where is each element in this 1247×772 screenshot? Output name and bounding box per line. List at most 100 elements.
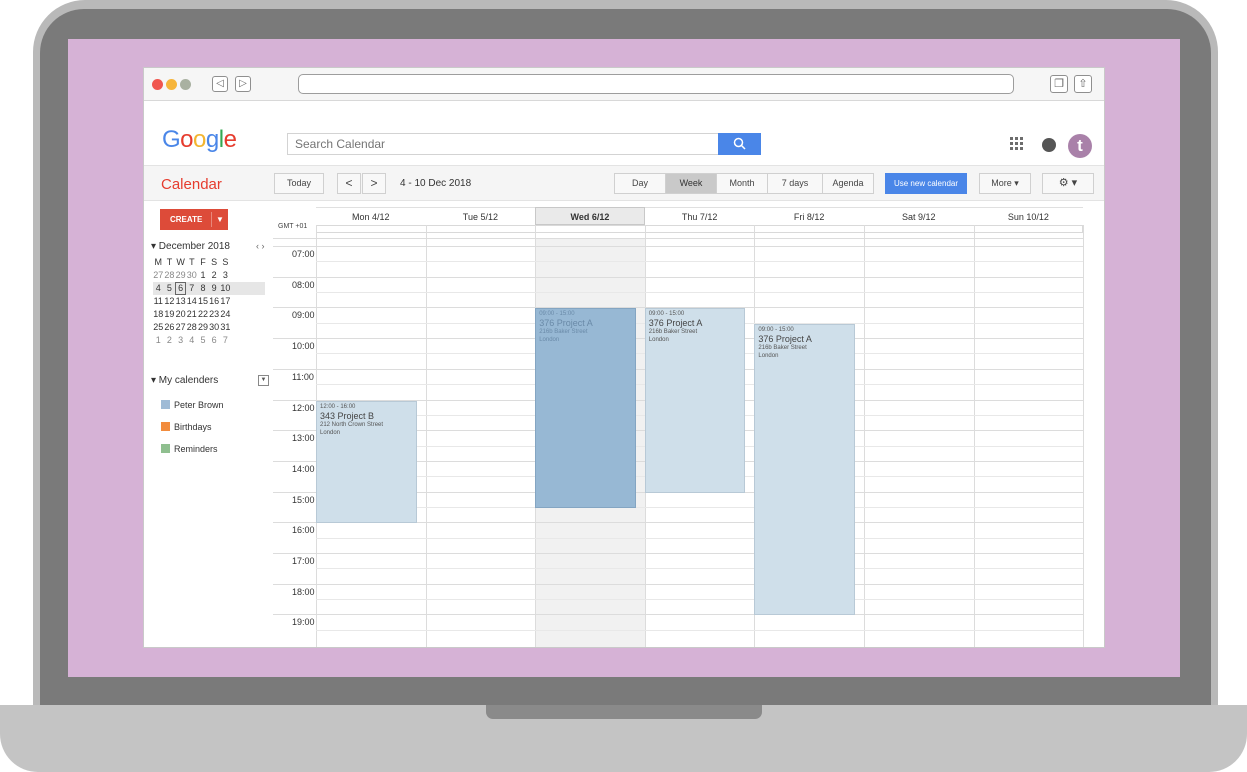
mini-day[interactable]: 30 <box>209 321 220 334</box>
mini-day[interactable]: 6 <box>209 334 220 347</box>
create-button[interactable]: CREATE ▼ <box>160 209 228 230</box>
google-logo[interactable]: Google <box>162 126 237 154</box>
back-icon[interactable]: ◁ <box>212 76 228 92</box>
mini-day[interactable]: 1 <box>153 334 164 347</box>
mini-day[interactable]: 11 <box>153 295 164 308</box>
mini-day[interactable]: 18 <box>153 308 164 321</box>
day-header[interactable]: Wed 6/12 <box>535 207 645 225</box>
mini-day[interactable]: 10 <box>220 282 231 295</box>
all-day-row[interactable] <box>316 225 1083 233</box>
mini-day[interactable]: 15 <box>198 295 209 308</box>
mini-day[interactable]: 19 <box>164 308 175 321</box>
avatar[interactable]: t <box>1068 134 1092 158</box>
use-new-calendar-button[interactable]: Use new calendar <box>885 173 967 194</box>
mini-day[interactable]: 13 <box>175 295 186 308</box>
view-7days-button[interactable]: 7 days <box>767 173 823 194</box>
view-month-button[interactable]: Month <box>716 173 768 194</box>
mini-calendar-nav[interactable]: ‹ › <box>256 241 265 251</box>
day-header[interactable]: Tue 5/12 <box>425 207 536 225</box>
mini-day[interactable]: 27 <box>175 321 186 334</box>
calendar-item-reminders[interactable]: Reminders <box>161 444 218 454</box>
mini-day[interactable]: 25 <box>153 321 164 334</box>
day-header[interactable]: Mon 4/12 <box>316 207 426 225</box>
mini-day[interactable]: 5 <box>164 282 175 295</box>
day-header[interactable]: Thu 7/12 <box>644 207 755 225</box>
mini-day[interactable]: 31 <box>220 321 231 334</box>
calendar-event[interactable]: 09:00 - 15:00 376 Project A 216b Baker Str… <box>754 323 855 616</box>
week-grid: GMT +01 Mon 4/12 Tue 5/12 Wed 6/12 Thu 7/12… <box>273 207 1084 647</box>
logo-letter: o <box>180 126 194 153</box>
calendar-event[interactable]: 09:00 - 15:00 376 Project A 216b Baker Str… <box>535 308 636 508</box>
day-header[interactable]: Sun 10/12 <box>973 207 1084 225</box>
mini-day[interactable]: 23 <box>209 308 220 321</box>
mini-day[interactable]: 17 <box>220 295 231 308</box>
mini-day[interactable]: 8 <box>198 282 209 295</box>
logo-letter: g <box>205 126 219 153</box>
mini-day[interactable]: 4 <box>153 282 164 295</box>
share-icon[interactable]: ⇧ <box>1074 75 1092 93</box>
today-button[interactable]: Today <box>274 173 324 194</box>
time-label: 16:00 <box>292 525 315 536</box>
mini-day-today[interactable]: 6 <box>175 282 186 295</box>
view-agenda-button[interactable]: Agenda <box>822 173 874 194</box>
tabs-icon[interactable]: ❐ <box>1050 75 1068 93</box>
mini-day[interactable]: 28 <box>164 269 175 282</box>
apps-icon[interactable] <box>1010 137 1024 151</box>
notification-icon[interactable] <box>1042 138 1056 152</box>
mini-day[interactable]: 22 <box>198 308 209 321</box>
mini-day[interactable]: 29 <box>198 321 209 334</box>
grid-half-hour-line <box>316 568 1084 570</box>
mini-day[interactable]: 30 <box>187 269 198 282</box>
minimize-window-button[interactable] <box>166 79 177 90</box>
mini-day[interactable]: 9 <box>209 282 220 295</box>
close-window-button[interactable] <box>152 79 163 90</box>
mini-day[interactable]: 28 <box>187 321 198 334</box>
time-label: 09:00 <box>292 310 315 321</box>
mini-day[interactable]: 20 <box>175 308 186 321</box>
mini-day[interactable]: 12 <box>164 295 175 308</box>
mini-day[interactable]: 3 <box>220 269 231 282</box>
mini-day[interactable]: 1 <box>198 269 209 282</box>
search-input[interactable] <box>288 134 718 154</box>
settings-button[interactable]: ⚙ ▾ <box>1042 173 1094 194</box>
calendar-event[interactable]: 09:00 - 15:00 376 Project A 216b Baker Str… <box>644 308 746 493</box>
calendar-event[interactable]: 12:00 - 16:00 343 Project B 212 North Crow… <box>316 400 417 524</box>
grid-column-line <box>1083 225 1084 647</box>
mini-day[interactable]: 2 <box>164 334 175 347</box>
my-calendars-dropdown-icon[interactable]: ▼ <box>258 375 269 386</box>
mini-day[interactable]: 7 <box>220 334 231 347</box>
search-box <box>287 133 719 155</box>
weekday-header: W <box>176 257 185 267</box>
mini-day[interactable]: 26 <box>164 321 175 334</box>
mini-day[interactable]: 16 <box>209 295 220 308</box>
mini-day[interactable]: 21 <box>187 308 198 321</box>
maximize-window-button[interactable] <box>180 79 191 90</box>
calendar-item-birthdays[interactable]: Birthdays <box>161 422 212 432</box>
more-button[interactable]: More ▾ <box>979 173 1031 194</box>
mini-week-row: 25 26 27 28 29 30 31 <box>153 321 265 334</box>
view-day-button[interactable]: Day <box>614 173 666 194</box>
time-label: 08:00 <box>292 279 315 290</box>
my-calendars-title[interactable]: ▾ My calenders <box>151 375 218 386</box>
mini-day[interactable]: 29 <box>175 269 186 282</box>
forward-icon[interactable]: ▷ <box>235 76 251 92</box>
mini-day[interactable]: 4 <box>187 334 198 347</box>
mini-day[interactable]: 27 <box>153 269 164 282</box>
next-week-button[interactable]: > <box>362 173 386 194</box>
prev-week-button[interactable]: < <box>337 173 361 194</box>
calendar-item-peter-brown[interactable]: Peter Brown <box>161 400 224 410</box>
mini-day[interactable]: 3 <box>175 334 186 347</box>
mini-day[interactable]: 7 <box>187 282 198 295</box>
create-dropdown-icon[interactable]: ▼ <box>216 209 224 230</box>
mini-day[interactable]: 5 <box>198 334 209 347</box>
view-week-button[interactable]: Week <box>665 173 717 194</box>
day-header[interactable]: Fri 8/12 <box>754 207 864 225</box>
mini-calendar-title[interactable]: ▾ December 2018 <box>151 241 230 252</box>
address-bar[interactable] <box>298 74 1014 94</box>
mini-day[interactable]: 24 <box>220 308 231 321</box>
mini-day[interactable]: 14 <box>187 295 198 308</box>
day-header[interactable]: Sat 9/12 <box>864 207 974 225</box>
grid-half-hour-line <box>316 261 1084 263</box>
mini-day[interactable]: 2 <box>209 269 220 282</box>
search-button[interactable] <box>718 133 761 155</box>
